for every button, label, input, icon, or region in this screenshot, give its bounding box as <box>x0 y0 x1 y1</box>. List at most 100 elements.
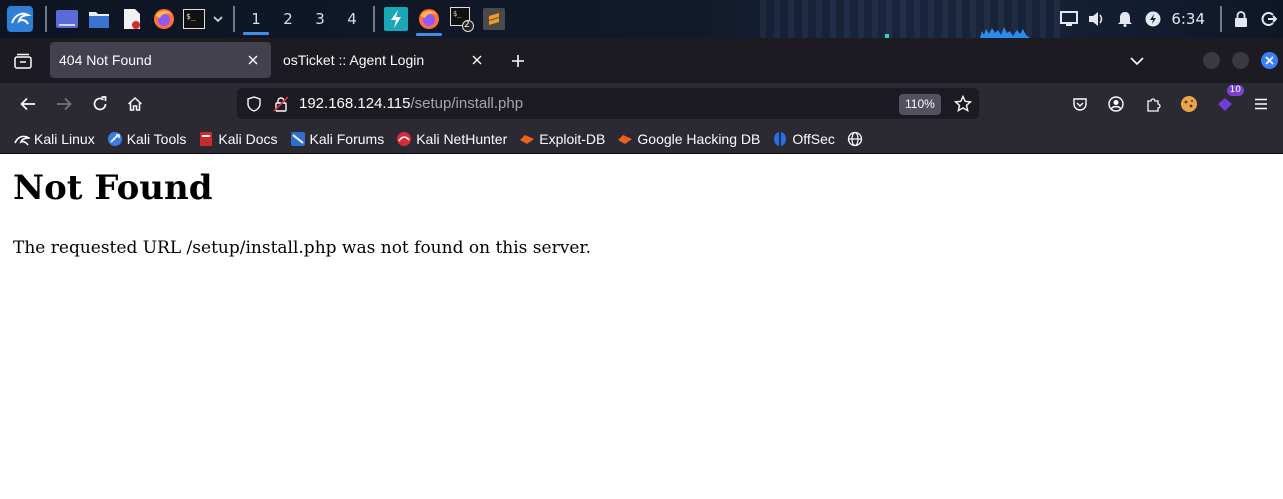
extensions-button[interactable] <box>1140 91 1166 117</box>
desktop-icon <box>56 10 78 28</box>
kali-forums-icon <box>290 131 306 147</box>
close-window-button[interactable] <box>1261 52 1278 69</box>
cookie-extension-button[interactable] <box>1176 91 1202 117</box>
taskbar-separator <box>373 6 375 32</box>
workspace-label: 1 <box>251 10 261 28</box>
close-icon <box>472 55 482 65</box>
maximize-window-button[interactable] <box>1232 52 1249 69</box>
bookmark-label: Kali Linux <box>34 130 95 147</box>
exploit-db-icon <box>519 131 535 147</box>
tracking-protection-button[interactable] <box>243 93 265 115</box>
close-tab-button[interactable] <box>243 50 263 70</box>
page-heading: Not Found <box>13 168 213 208</box>
show-desktop-button[interactable] <box>52 0 82 38</box>
error-message: The requested URL /setup/install.php was… <box>13 238 592 258</box>
globe-icon <box>847 131 863 147</box>
bookmark-exploit-db[interactable]: Exploit-DB <box>519 131 605 147</box>
app-menu-button[interactable] <box>1248 91 1274 117</box>
taskbar-separator <box>1220 6 1222 32</box>
bookmark-page-button[interactable] <box>952 93 974 115</box>
tab-osticket-agent-login[interactable]: osTicket :: Agent Login <box>274 42 495 78</box>
new-tab-button[interactable] <box>506 49 530 73</box>
workspace-1[interactable]: 1 <box>240 0 272 38</box>
desktop-taskbar: $_ 1 2 3 4 $_ 2 6:34 <box>0 0 1283 38</box>
display-tray-button[interactable] <box>1055 0 1083 38</box>
file-manager-launcher[interactable] <box>82 0 116 38</box>
puzzle-icon <box>1147 98 1161 112</box>
close-icon <box>1265 56 1274 65</box>
address-bar[interactable]: 192.168.124.115/setup/install.php 110% <box>237 88 979 119</box>
bookmark-label: Kali Docs <box>218 130 278 147</box>
kali-menu-button[interactable] <box>0 0 40 38</box>
kali-tools-icon <box>107 131 123 147</box>
workspace-3[interactable]: 3 <box>304 0 336 38</box>
pocket-button[interactable] <box>1067 91 1093 117</box>
nethunter-icon <box>396 131 412 147</box>
bookmark-label: Kali Tools <box>126 130 187 147</box>
extension-gem-icon <box>1218 98 1232 111</box>
bookmark-globe[interactable] <box>847 131 867 147</box>
power-manager-tray-button[interactable] <box>1139 0 1167 38</box>
terminal-icon: $_ <box>450 7 474 32</box>
text-editor-launcher[interactable] <box>116 0 148 38</box>
volume-tray-button[interactable] <box>1083 0 1111 38</box>
firefox-icon <box>154 9 174 29</box>
url-host: 192.168.124.115 <box>299 95 411 112</box>
task-burp-suite[interactable] <box>380 0 412 38</box>
list-all-tabs-button[interactable] <box>1126 50 1148 72</box>
clock[interactable]: 6:34 <box>1171 10 1205 28</box>
bookmark-kali-linux[interactable]: Kali Linux <box>14 131 95 147</box>
cpu-graph <box>885 27 1030 38</box>
firefox-view-button[interactable] <box>10 50 36 72</box>
home-icon <box>127 96 143 111</box>
bookmark-kali-docs[interactable]: Kali Docs <box>198 130 278 147</box>
svg-text:$_: $_ <box>186 12 196 21</box>
taskbar-separator <box>45 6 47 32</box>
bookmark-kali-nethunter[interactable]: Kali NetHunter <box>396 131 507 147</box>
forward-button[interactable] <box>51 91 77 117</box>
close-tab-button[interactable] <box>467 50 487 70</box>
workspace-2[interactable]: 2 <box>272 0 304 38</box>
lock-screen-button[interactable] <box>1227 0 1255 38</box>
monitor-icon <box>1060 11 1079 26</box>
web-page-content: Not Found The requested URL /setup/insta… <box>0 155 1283 499</box>
tab-404-not-found[interactable]: 404 Not Found <box>50 42 271 78</box>
plus-icon <box>512 55 524 67</box>
workspace-label: 3 <box>315 10 325 28</box>
task-firefox[interactable] <box>412 0 446 38</box>
bookmark-google-hacking-db[interactable]: Google Hacking DB <box>617 131 760 147</box>
notifications-tray-button[interactable] <box>1111 0 1139 38</box>
system-tray: 6:34 <box>1055 0 1283 38</box>
reload-icon <box>93 96 107 111</box>
minimize-window-button[interactable] <box>1203 52 1220 69</box>
bookmark-kali-forums[interactable]: Kali Forums <box>290 131 384 147</box>
logout-button[interactable] <box>1255 0 1283 38</box>
task-terminal[interactable]: $_ 2 <box>446 0 478 38</box>
reload-button[interactable] <box>87 91 113 117</box>
firefox-launcher[interactable] <box>148 0 180 38</box>
zoom-level-button[interactable]: 110% <box>899 94 941 115</box>
bookmark-kali-tools[interactable]: Kali Tools <box>107 130 187 147</box>
extension-count-badge: 10 <box>1226 85 1244 96</box>
task-sublime[interactable] <box>478 0 510 38</box>
url-text[interactable]: 192.168.124.115/setup/install.php <box>299 95 523 112</box>
url-path: /setup/install.php <box>410 95 524 112</box>
workspace-4[interactable]: 4 <box>336 0 368 38</box>
browser-tab-strip: 404 Not Found osTicket :: Agent Login <box>0 38 1283 83</box>
purple-extension-button[interactable]: 10 <box>1212 85 1244 117</box>
back-button[interactable] <box>15 91 41 117</box>
home-button[interactable] <box>122 91 148 117</box>
account-button[interactable] <box>1103 91 1129 117</box>
terminal-launcher-dropdown[interactable] <box>208 0 228 38</box>
bookmark-offsec[interactable]: OffSec <box>772 131 835 147</box>
sublime-text-icon <box>483 8 505 30</box>
site-security-button[interactable] <box>270 93 292 115</box>
hamburger-menu-icon <box>1255 98 1267 110</box>
terminal-icon: $_ <box>183 9 205 29</box>
shield-icon <box>247 96 261 112</box>
arrow-left-icon <box>20 97 35 111</box>
insecure-lock-icon <box>273 96 289 112</box>
taskbar-separator <box>233 6 235 32</box>
terminal-launcher[interactable]: $_ <box>180 0 208 38</box>
tab-title: osTicket :: Agent Login <box>283 52 425 68</box>
